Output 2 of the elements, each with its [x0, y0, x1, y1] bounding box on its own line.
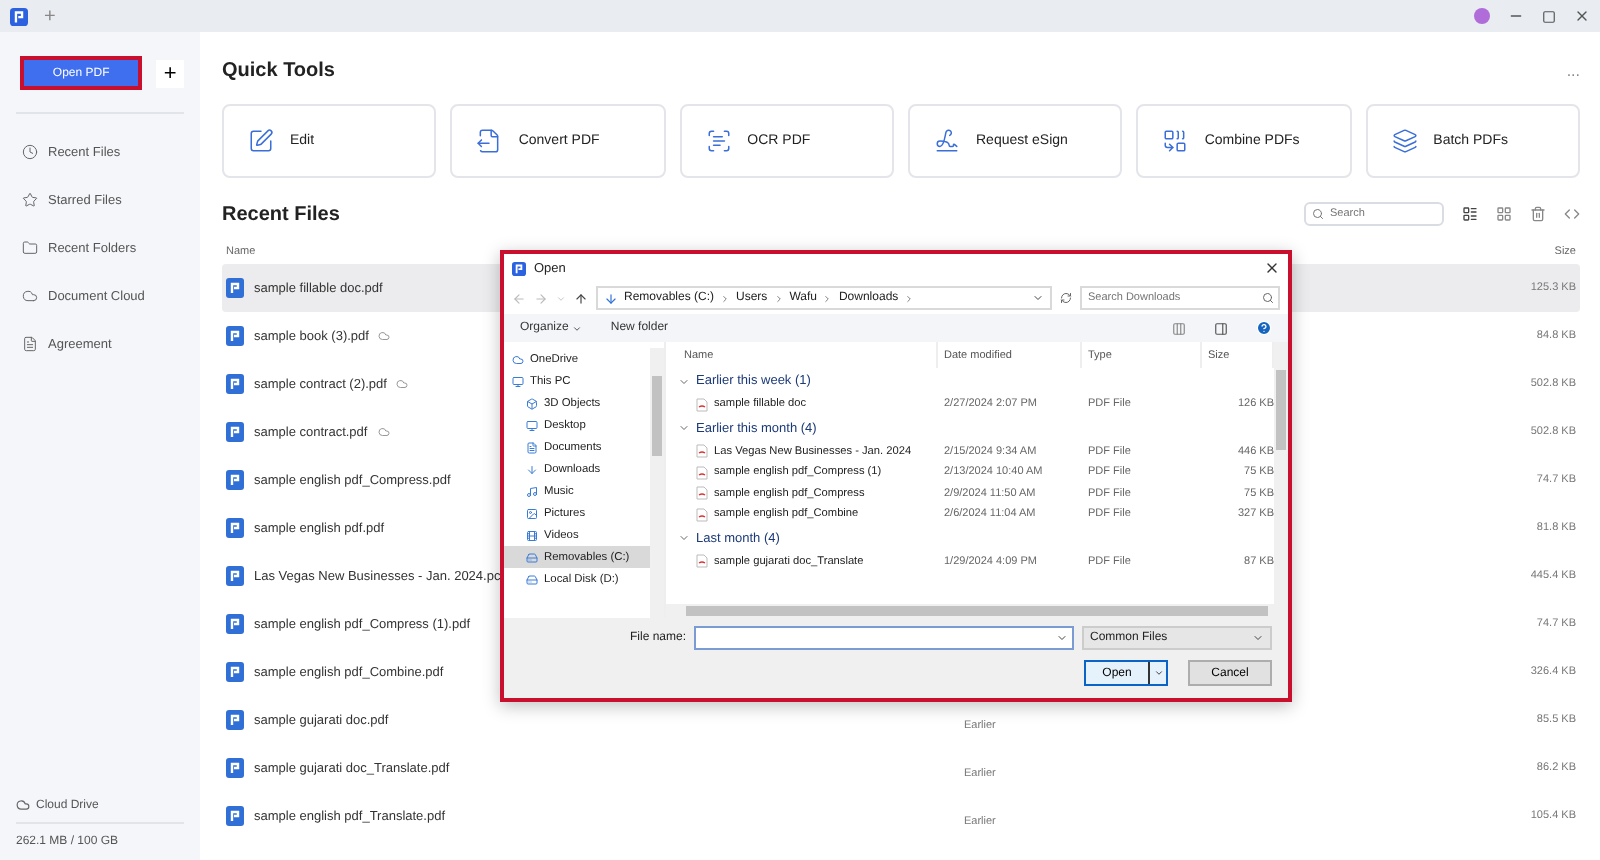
section-title: Quick Tools: [222, 59, 335, 81]
section-title: Recent Files: [222, 203, 340, 225]
